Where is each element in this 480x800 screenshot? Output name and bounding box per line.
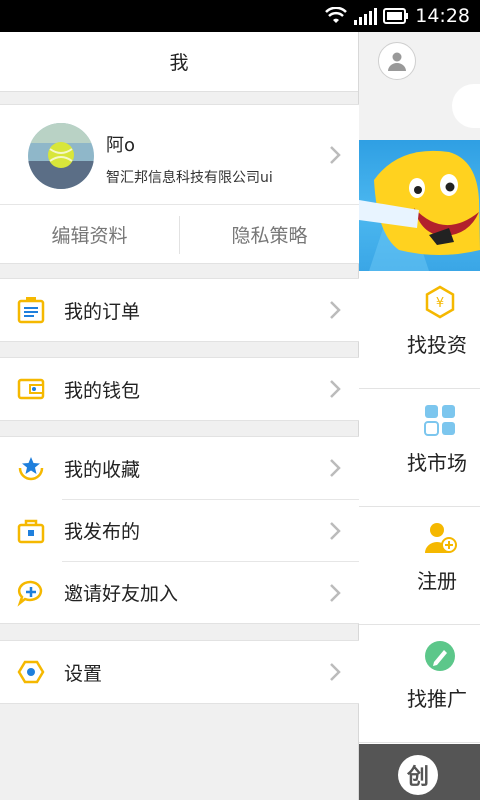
search-pill[interactable]: [452, 84, 480, 128]
wallet-icon: [16, 374, 46, 404]
battery-icon: [383, 8, 409, 24]
order-icon: [16, 295, 46, 325]
menu-item-label: 我的钱包: [64, 379, 141, 402]
profile-company: 智汇邦信息科技有限公司ui: [106, 170, 273, 186]
menu-item-published[interactable]: 我发布的: [17, 499, 359, 561]
menu-item-wallet[interactable]: 我的钱包: [0, 358, 359, 420]
menu-item-settings[interactable]: 设置: [0, 641, 359, 703]
chevron-right-icon: [330, 663, 341, 681]
yen-hexagon-icon: ¥: [423, 285, 457, 319]
menu-item-label: 邀请好友加入: [64, 583, 179, 605]
status-time: 14:28: [415, 5, 470, 27]
user-icon: [388, 52, 406, 71]
bottom-bar: 创: [359, 744, 480, 800]
menu-item-label: 我的订单: [64, 300, 141, 323]
svg-text:¥: ¥: [436, 296, 444, 311]
chevron-right-icon: [330, 380, 341, 398]
menu-item-label: 设置: [64, 662, 103, 685]
menu-group-wallet: 我的钱包: [0, 357, 359, 421]
side-drawer: 我 阿o 智汇邦信息科技有限公司ui 编辑资料 隐私策略 我的订单 我的钱包 我…: [0, 32, 359, 800]
main-content: ¥ 找投资 找市场 注册 找推广 创: [359, 32, 480, 800]
profile-actions: 编辑资料 隐私策略: [0, 205, 359, 264]
wifi-icon: [325, 7, 348, 23]
status-bar: 14:28: [0, 0, 480, 32]
main-header: [359, 32, 480, 140]
edit-profile-button[interactable]: 编辑资料: [0, 221, 179, 248]
profile-card: 阿o 智汇邦信息科技有限公司ui 编辑资料 隐私策略: [0, 104, 359, 264]
feature-label: 找推广: [407, 687, 467, 711]
menu-group-activity: 我的收藏 我发布的 邀请好友加入: [0, 436, 359, 624]
chevron-right-icon: [330, 584, 341, 602]
feature-promote[interactable]: 找推广: [359, 625, 480, 743]
feature-market[interactable]: 找市场: [359, 389, 480, 507]
promo-banner[interactable]: [359, 140, 480, 271]
avatar-image: [28, 123, 94, 189]
chevron-right-icon: [330, 301, 341, 319]
feature-label: 找投资: [407, 333, 467, 357]
menu-item-label: 我发布的: [64, 521, 141, 543]
chevron-right-icon: [330, 459, 341, 477]
menu-group-settings: 设置: [0, 640, 359, 704]
signal-icon: [354, 8, 378, 25]
drawer-header: 我: [0, 32, 358, 92]
chevron-right-icon: [330, 146, 341, 164]
add-user-icon: [423, 521, 457, 555]
avatar[interactable]: [28, 123, 94, 189]
menu-item-invite[interactable]: 邀请好友加入: [17, 561, 359, 623]
settings-icon: [16, 657, 46, 687]
profile-name: 阿o: [106, 135, 136, 156]
privacy-policy-button[interactable]: 隐私策略: [180, 221, 359, 248]
feature-label: 找市场: [407, 451, 467, 475]
drawer-title: 我: [169, 52, 189, 74]
profile-summary[interactable]: 阿o 智汇邦信息科技有限公司ui: [0, 105, 359, 205]
favorites-icon: [16, 453, 46, 483]
feature-invest[interactable]: ¥ 找投资: [359, 271, 480, 389]
mascot-image: [359, 150, 480, 271]
app-logo[interactable]: 创: [398, 755, 438, 795]
invite-icon: [16, 578, 46, 608]
menu-item-label: 我的收藏: [64, 458, 141, 481]
menu-item-orders[interactable]: 我的订单: [0, 279, 359, 341]
user-button[interactable]: [378, 42, 416, 80]
menu-item-favorites[interactable]: 我的收藏: [0, 437, 359, 499]
chevron-right-icon: [330, 522, 341, 540]
feature-register[interactable]: 注册: [359, 507, 480, 625]
feature-label: 注册: [417, 569, 457, 593]
grid-icon: [423, 403, 457, 437]
pen-circle-icon: [423, 639, 457, 673]
menu-group-orders: 我的订单: [0, 278, 359, 342]
briefcase-icon: [16, 516, 46, 546]
